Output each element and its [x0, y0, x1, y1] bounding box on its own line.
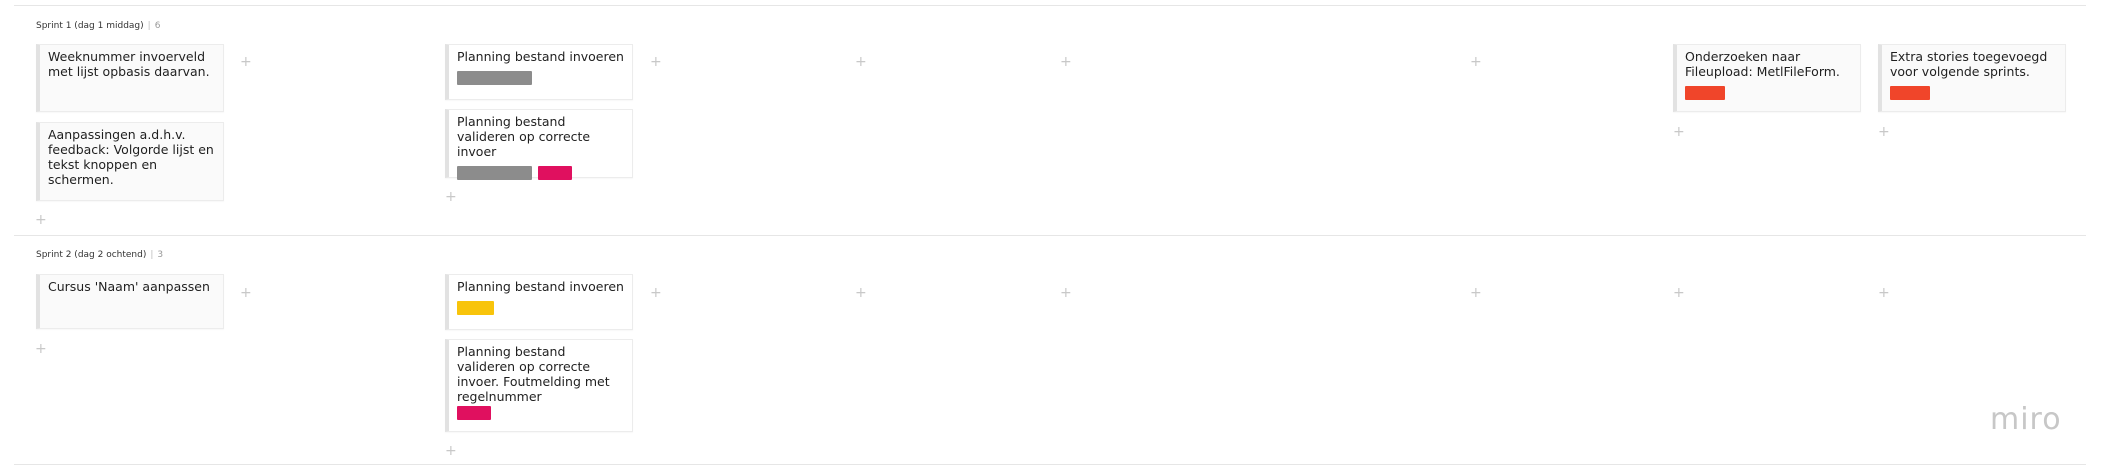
lane-divider: [14, 5, 2086, 6]
add-card-button[interactable]: +: [650, 286, 662, 300]
add-card-button[interactable]: +: [445, 190, 457, 204]
card[interactable]: Planning bestand valideren op correcte i…: [445, 339, 633, 432]
add-card-button[interactable]: +: [1673, 125, 1685, 139]
card-tags: [457, 71, 624, 85]
card-text: Planning bestand invoeren: [457, 49, 624, 64]
add-card-button[interactable]: +: [1878, 125, 1890, 139]
add-card-button[interactable]: +: [445, 444, 457, 458]
swimlane-separator: |: [147, 21, 151, 31]
card-text: Weeknummer invoerveld met lijst opbasis …: [48, 49, 210, 79]
add-card-button[interactable]: +: [1060, 55, 1072, 69]
add-card-button[interactable]: +: [855, 55, 867, 69]
add-card-button[interactable]: +: [855, 286, 867, 300]
tag-gray: [457, 71, 532, 85]
add-card-button[interactable]: +: [1673, 286, 1685, 300]
add-card-button[interactable]: +: [650, 55, 662, 69]
card[interactable]: Planning bestand invoeren: [445, 44, 633, 100]
card-text: Planning bestand invoeren: [457, 279, 624, 294]
tag-pink: [457, 406, 491, 420]
card[interactable]: Planning bestand valideren op correcte i…: [445, 109, 633, 180]
swimlane-title: Sprint 1 (dag 1 middag): [36, 21, 144, 31]
tag-yellow: [457, 301, 494, 315]
tag-orange: [1685, 86, 1725, 100]
card-text: Planning bestand valideren op correcte i…: [457, 114, 591, 159]
card-text: Cursus 'Naam' aanpassen: [48, 279, 210, 294]
card-text: Planning bestand valideren op correcte i…: [457, 344, 610, 404]
kanban-board: Sprint 1 (dag 1 middag) | 6 Weeknummer inv…: [0, 0, 2106, 474]
swimlane-title: Sprint 2 (dag 2 ochtend): [36, 250, 147, 260]
card[interactable]: Aanpassingen a.d.h.v. feedback: Volgorde…: [36, 122, 224, 201]
add-card-button[interactable]: +: [1878, 286, 1890, 300]
swimlane-header-sprint-1[interactable]: Sprint 1 (dag 1 middag) | 6: [36, 21, 160, 31]
tag-gray: [457, 166, 532, 180]
add-card-button[interactable]: +: [1470, 55, 1482, 69]
card[interactable]: Cursus 'Naam' aanpassen: [36, 274, 224, 329]
lane-divider: [14, 464, 2086, 465]
add-card-button[interactable]: +: [35, 213, 47, 227]
card-tags: [457, 406, 624, 420]
card-tags: [457, 301, 624, 315]
swimlane-card-count: 6: [154, 21, 161, 31]
swimlane-separator: |: [150, 250, 154, 260]
add-card-button[interactable]: +: [1060, 286, 1072, 300]
card[interactable]: Onderzoeken naar Fileupload: MetlFileFor…: [1673, 44, 1861, 112]
add-card-button[interactable]: +: [1470, 286, 1482, 300]
card[interactable]: Planning bestand invoeren: [445, 274, 633, 330]
swimlane-header-sprint-2[interactable]: Sprint 2 (dag 2 ochtend) | 3: [36, 250, 163, 260]
add-card-button[interactable]: +: [35, 342, 47, 356]
add-card-button[interactable]: +: [240, 286, 252, 300]
card-tags: [457, 166, 624, 180]
swimlane-card-count: 3: [157, 250, 164, 260]
lane-divider: [14, 235, 2086, 236]
card-text: Aanpassingen a.d.h.v. feedback: Volgorde…: [48, 127, 214, 187]
card-text: Extra stories toegevoegd voor volgende s…: [1890, 49, 2048, 79]
card[interactable]: Weeknummer invoerveld met lijst opbasis …: [36, 44, 224, 112]
card-tags: [1685, 86, 1852, 100]
tag-orange: [1890, 86, 1930, 100]
tag-pink: [538, 166, 572, 180]
card[interactable]: Extra stories toegevoegd voor volgende s…: [1878, 44, 2066, 112]
miro-logo: miro: [1990, 402, 2062, 437]
card-text: Onderzoeken naar Fileupload: MetlFileFor…: [1685, 49, 1840, 79]
card-tags: [1890, 86, 2057, 100]
add-card-button[interactable]: +: [240, 55, 252, 69]
